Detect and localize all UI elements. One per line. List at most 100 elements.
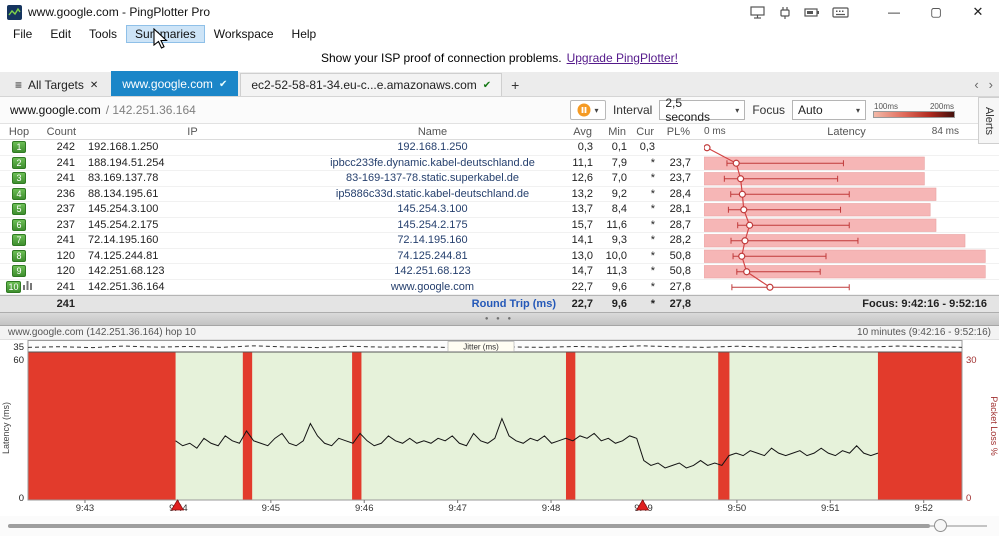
focus-dropdown[interactable]: Auto ▾	[792, 100, 866, 120]
min-cell: 7,0	[611, 172, 627, 185]
chevron-down-icon: ▾	[735, 105, 740, 115]
round-trip-label: Round Trip (ms)	[471, 298, 556, 310]
count-cell: 120	[56, 249, 75, 262]
tab-scroll-right-icon[interactable]: ›	[989, 77, 993, 92]
summary-min: 9,6	[611, 298, 627, 310]
minimize-button[interactable]: —	[873, 0, 915, 24]
min-cell: 9,2	[611, 187, 627, 200]
hop-number-cell: 4	[0, 187, 38, 200]
col-header-cur[interactable]: Cur	[630, 126, 658, 138]
ip-cell: 145.254.3.100	[88, 203, 159, 216]
svg-text:9:45: 9:45	[262, 503, 281, 514]
tab-scroll-arrows: ‹ ›	[974, 77, 993, 92]
col-header-count[interactable]: Count	[38, 126, 80, 138]
pl-cell: 50,8	[669, 249, 691, 262]
menu-item-summaries[interactable]: Summaries	[126, 25, 205, 43]
col-header-ip[interactable]: IP	[80, 126, 305, 138]
cur-cell: *	[650, 280, 655, 293]
tab-label: All Targets	[28, 78, 84, 92]
keyboard-icon[interactable]	[832, 6, 849, 18]
ip-cell: 192.168.1.250	[88, 141, 159, 154]
target-tab-bar: ≡ All Targets ✕ www.google.com ✔ ec2-52-58-81…	[0, 71, 999, 97]
ip-cell: 83.169.137.78	[88, 172, 159, 185]
display-icon[interactable]	[750, 5, 766, 19]
time-scrollbar[interactable]	[0, 516, 999, 536]
tab-www-google-com[interactable]: www.google.com ✔	[111, 71, 239, 96]
cur-cell: *	[650, 249, 655, 262]
timeline-graph[interactable]: Jitter (ms)9:439:449:459:469:479:489:499…	[0, 340, 999, 516]
new-tab-button[interactable]: +	[504, 73, 526, 96]
name-cell: 145.254.2.175	[397, 218, 468, 231]
ip-cell: 74.125.244.81	[88, 249, 159, 262]
scrollbar-knob[interactable]	[934, 519, 947, 532]
check-icon: ✔	[218, 78, 228, 90]
alerts-side-tab[interactable]: Alerts	[978, 97, 999, 144]
col-header-min[interactable]: Min	[596, 126, 630, 138]
upgrade-link[interactable]: Upgrade PingPlotter!	[567, 51, 678, 65]
col-header-name[interactable]: Name	[305, 126, 560, 138]
battery-icon[interactable]	[804, 7, 820, 18]
svg-text:9:52: 9:52	[914, 503, 933, 514]
hamburger-icon: ≡	[15, 78, 23, 92]
avg-cell: 12,6	[571, 172, 593, 185]
count-cell: 241	[56, 172, 75, 185]
name-cell: 83-169-137-78.static.superkabel.de	[345, 172, 520, 185]
upgrade-banner: Show your ISP proof of connection proble…	[0, 44, 999, 72]
cur-cell: *	[650, 172, 655, 185]
hop-number-cell: 1	[0, 141, 38, 154]
hop-number-cell: 3	[0, 172, 38, 185]
col-header-hop[interactable]: Hop	[0, 126, 38, 138]
pl-cell: 28,7	[669, 218, 691, 231]
pl-cell: 28,4	[669, 187, 691, 200]
plug-icon[interactable]	[778, 6, 792, 19]
interval-label: Interval	[612, 103, 653, 117]
close-tab-icon[interactable]: ✕	[90, 80, 98, 91]
pane-splitter[interactable]: ● ● ●	[0, 312, 999, 326]
interval-dropdown[interactable]: 2,5 seconds ▾	[659, 96, 746, 124]
scrollbar-thumb[interactable]	[8, 524, 930, 528]
svg-text:30: 30	[966, 355, 977, 366]
tab-scroll-left-icon[interactable]: ‹	[974, 77, 978, 92]
menu-item-edit[interactable]: Edit	[41, 25, 80, 43]
menu-item-workspace[interactable]: Workspace	[205, 25, 283, 43]
title-bar[interactable]: www.google.com - PingPlotter Pro — ▢ ✕	[0, 0, 999, 24]
svg-text:9:46: 9:46	[355, 503, 374, 514]
cur-cell: *	[650, 265, 655, 278]
col-header-latency[interactable]: 0 ms Latency 84 ms	[694, 124, 999, 140]
latency-axis-title: Latency	[827, 126, 866, 138]
ip-cell: 142.251.68.123	[88, 265, 165, 278]
menu-item-tools[interactable]: Tools	[80, 25, 126, 43]
maximize-button[interactable]: ▢	[915, 0, 957, 24]
pause-button[interactable]: ▾	[569, 100, 606, 120]
hop-status-badge: 4	[12, 187, 26, 200]
pl-cell: 50,8	[669, 265, 691, 278]
app-icon	[6, 4, 22, 20]
count-cell: 236	[56, 187, 75, 200]
min-cell: 11,3	[606, 265, 627, 278]
hop-number-cell: 8	[0, 249, 38, 262]
cur-cell: *	[650, 234, 655, 247]
name-cell: 72.14.195.160	[397, 234, 468, 247]
chevron-down-icon: ▾	[855, 105, 860, 115]
close-button[interactable]: ✕	[957, 0, 999, 24]
menu-item-file[interactable]: File	[4, 25, 41, 43]
latency-axis-max: 84 ms	[931, 126, 959, 137]
hop-status-badge: 9	[12, 265, 26, 278]
pause-menu-caret-icon[interactable]: ▾	[594, 106, 598, 115]
ip-cell: 72.14.195.160	[88, 234, 159, 247]
pl-cell: 27,8	[669, 280, 691, 293]
hop-status-badge: 1	[12, 141, 26, 154]
legend-200ms: 200ms	[929, 102, 954, 111]
hop-status-badge: 7	[12, 234, 26, 247]
menu-item-help[interactable]: Help	[283, 25, 326, 43]
min-cell: 7,9	[611, 156, 627, 169]
min-cell: 11,6	[606, 218, 627, 231]
hop-number-cell: 7	[0, 234, 38, 247]
col-header-avg[interactable]: Avg	[560, 126, 596, 138]
latency-color-legend: 100ms 200ms	[873, 102, 955, 118]
col-header-pl[interactable]: PL%	[658, 126, 694, 138]
tab-all-targets[interactable]: ≡ All Targets ✕	[4, 73, 109, 96]
trace-table-header: Hop Count IP Name Avg Min Cur PL% 0 ms L…	[0, 124, 999, 140]
tab-ec2-amazonaws[interactable]: ec2-52-58-81-34.eu-c...e.amazonaws.com ✔	[240, 73, 503, 96]
name-cell: www.google.com	[390, 280, 475, 293]
